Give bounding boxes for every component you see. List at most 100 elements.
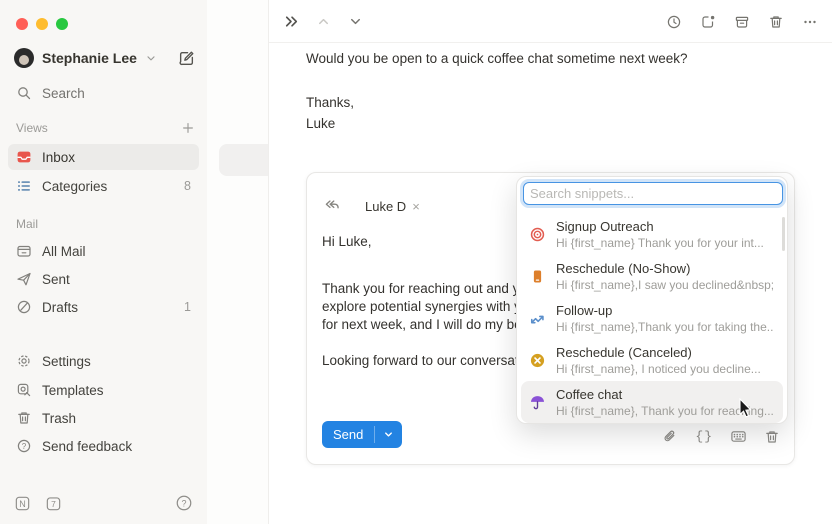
sidebar-item-all-mail[interactable]: All Mail <box>8 238 199 264</box>
snippet-preview: Hi {first_name},Thank you for taking the… <box>556 320 774 334</box>
snippet-item-reschedule-no-show[interactable]: Reschedule (No-Show) Hi {first_name},I s… <box>521 255 783 297</box>
popup-scrollbar[interactable] <box>782 217 785 251</box>
mail-section-header: Mail <box>16 217 195 231</box>
compose-icon[interactable] <box>178 50 195 67</box>
sidebar-item-trash[interactable]: Trash <box>8 405 199 431</box>
sidebar-item-drafts[interactable]: Drafts 1 <box>8 294 199 320</box>
all-mail-icon <box>16 243 32 259</box>
compose-body-line[interactable]: Hi Luke, <box>322 234 372 249</box>
send-button[interactable]: Send <box>322 421 374 448</box>
drafts-count: 1 <box>184 300 191 314</box>
add-view-icon[interactable] <box>181 121 195 135</box>
snippets-braces-icon[interactable]: {} <box>695 429 713 444</box>
avatar <box>14 48 34 68</box>
notion-calendar-icon[interactable]: 7 <box>45 495 62 512</box>
snippet-list: Signup Outreach Hi {first_name} Thank yo… <box>521 213 783 423</box>
drafts-icon <box>16 299 32 315</box>
snippet-title: Reschedule (No-Show) <box>556 261 774 276</box>
snippet-item-signup-outreach[interactable]: Signup Outreach Hi {first_name} Thank yo… <box>521 213 783 255</box>
email-signoff: Thanks, <box>306 92 687 113</box>
compose-body-line[interactable]: Looking forward to our conversatio <box>322 353 529 368</box>
email-body: Would you be open to a quick coffee chat… <box>306 48 687 134</box>
sidebar-item-label: Send feedback <box>42 439 132 454</box>
account-name: Stephanie Lee <box>42 50 137 66</box>
notion-app-icon[interactable]: N <box>14 495 31 512</box>
categories-icon <box>16 178 32 194</box>
chevron-down-icon <box>145 52 157 64</box>
sidebar-item-send-feedback[interactable]: ? Send feedback <box>8 433 199 459</box>
sidebar-item-label: Templates <box>42 383 104 398</box>
snippet-preview: Hi {first_name}, I noticed you decline..… <box>556 362 761 376</box>
sidebar-item-label: Trash <box>42 411 76 426</box>
send-split-button[interactable]: Send <box>322 421 402 448</box>
sidebar-item-label: All Mail <box>42 244 86 259</box>
selected-thread-indicator[interactable] <box>219 144 268 176</box>
snippet-preview: Hi {first_name},I saw you declined&nbsp;… <box>556 278 774 292</box>
collapsed-thread-list <box>207 0 268 524</box>
search-label: Search <box>42 86 85 101</box>
search-icon <box>16 85 32 101</box>
discard-trash-icon[interactable] <box>764 429 780 445</box>
svg-text:?: ? <box>181 498 186 508</box>
more-options-icon[interactable] <box>796 8 824 36</box>
compose-body-line[interactable]: Thank you for reaching out and you <box>322 281 534 296</box>
email-body-line: Would you be open to a quick coffee chat… <box>306 48 687 69</box>
send-options-caret[interactable] <box>375 421 402 448</box>
trash-icon <box>16 410 32 426</box>
svg-text:7: 7 <box>51 499 56 509</box>
minimize-window-button[interactable] <box>36 18 48 30</box>
svg-text:N: N <box>19 498 26 508</box>
sidebar-item-label: Drafts <box>42 300 78 315</box>
window-controls[interactable] <box>16 18 68 30</box>
mark-unread-icon[interactable] <box>694 8 722 36</box>
sidebar: Stephanie Lee Search Views Inbox Categor… <box>0 0 207 524</box>
snippet-item-follow-up[interactable]: Follow-up Hi {first_name},Thank you for … <box>521 297 783 339</box>
zoom-window-button[interactable] <box>56 18 68 30</box>
help-icon: ? <box>16 438 32 454</box>
trash-icon[interactable] <box>762 8 790 36</box>
archive-icon[interactable] <box>728 8 756 36</box>
snippet-title: Follow-up <box>556 303 774 318</box>
snippet-search-input[interactable] <box>523 182 783 205</box>
sidebar-item-sent[interactable]: Sent <box>8 266 199 292</box>
notebook-icon <box>529 268 546 285</box>
collapse-panel-icon[interactable] <box>277 8 305 36</box>
views-section-header: Views <box>16 121 195 135</box>
sidebar-item-categories[interactable]: Categories 8 <box>8 173 199 199</box>
svg-text:?: ? <box>22 442 27 451</box>
previous-email-icon[interactable] <box>309 8 337 36</box>
sent-icon <box>16 271 32 287</box>
reply-all-icon[interactable] <box>323 197 341 215</box>
cancel-icon <box>529 352 546 369</box>
settings-gear-icon <box>16 353 32 369</box>
close-window-button[interactable] <box>16 18 28 30</box>
email-toolbar <box>269 0 832 43</box>
target-icon <box>529 226 546 243</box>
sidebar-item-settings[interactable]: Settings <box>8 348 199 374</box>
remove-recipient-icon[interactable]: × <box>412 199 420 214</box>
email-sender: Luke <box>306 113 687 134</box>
categories-count: 8 <box>184 179 191 193</box>
sidebar-item-templates[interactable]: Templates <box>8 377 199 403</box>
sidebar-item-label: Inbox <box>42 150 75 165</box>
recipient-chip[interactable]: Luke D × <box>365 199 420 214</box>
snooze-clock-icon[interactable] <box>660 8 688 36</box>
help-circle-icon[interactable]: ? <box>175 494 193 512</box>
sidebar-item-label: Categories <box>42 179 107 194</box>
recipient-name: Luke D <box>365 199 406 214</box>
attachment-icon[interactable] <box>662 429 678 445</box>
compose-body-line[interactable]: explore potential synergies with yo <box>322 299 528 314</box>
snippet-item-reschedule-canceled[interactable]: Reschedule (Canceled) Hi {first_name}, I… <box>521 339 783 381</box>
sidebar-item-inbox[interactable]: Inbox <box>8 144 199 170</box>
sidebar-item-label: Sent <box>42 272 70 287</box>
snippet-title: Signup Outreach <box>556 219 764 234</box>
mouse-cursor <box>739 398 755 420</box>
compose-body-line[interactable]: for next week, and I will do my best <box>322 317 532 332</box>
sidebar-search[interactable]: Search <box>8 80 199 106</box>
keyboard-icon[interactable] <box>730 428 747 445</box>
next-email-icon[interactable] <box>341 8 369 36</box>
inbox-icon <box>16 149 32 165</box>
arrows-icon <box>529 310 546 327</box>
account-switcher[interactable]: Stephanie Lee <box>14 46 195 70</box>
sidebar-item-label: Settings <box>42 354 91 369</box>
